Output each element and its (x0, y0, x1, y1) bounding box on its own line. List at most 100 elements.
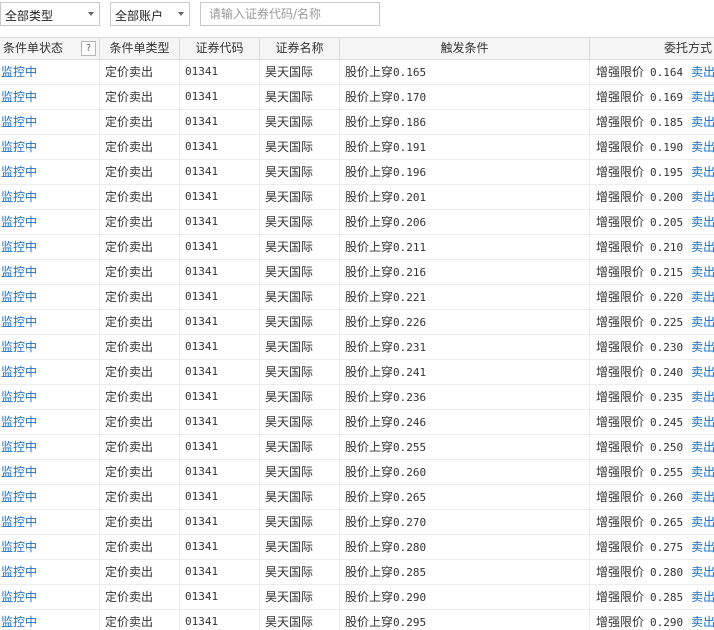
status-link[interactable]: 监控中 (0, 510, 100, 534)
status-link[interactable]: 监控中 (0, 285, 100, 309)
status-link[interactable]: 监控中 (0, 610, 100, 630)
table-row[interactable]: 监控中 定价卖出 01341 昊天国际 股价上穿0.216 增强限价 0.215 卖出 (0, 260, 714, 285)
status-link[interactable]: 监控中 (0, 210, 100, 234)
trigger-prefix: 股价上穿 (345, 340, 394, 354)
status-link[interactable]: 监控中 (0, 235, 100, 259)
order-side-link[interactable]: 卖出 (691, 490, 714, 504)
status-link[interactable]: 监控中 (0, 110, 100, 134)
table-row[interactable]: 监控中 定价卖出 01341 昊天国际 股价上穿0.196 增强限价 0.195 卖出 (0, 160, 714, 185)
order-side-link[interactable]: 卖出 (691, 215, 714, 229)
order-method-cell: 增强限价 0.260 卖出 (590, 485, 714, 509)
table-row[interactable]: 监控中 定价卖出 01341 昊天国际 股价上穿0.221 增强限价 0.220 卖出 (0, 285, 714, 310)
status-link[interactable]: 监控中 (0, 560, 100, 584)
trigger-condition-cell: 股价上穿0.201 (340, 185, 590, 209)
order-side-link[interactable]: 卖出 (691, 440, 714, 454)
order-side-link[interactable]: 卖出 (691, 365, 714, 379)
table-row[interactable]: 监控中 定价卖出 01341 昊天国际 股价上穿0.201 增强限价 0.200 卖出 (0, 185, 714, 210)
table-row[interactable]: 监控中 定价卖出 01341 昊天国际 股价上穿0.290 增强限价 0.285 卖出 (0, 585, 714, 610)
order-side-link[interactable]: 卖出 (691, 240, 714, 254)
status-link[interactable]: 监控中 (0, 85, 100, 109)
account-filter-dropdown[interactable]: 全部账户 (110, 2, 190, 26)
status-link[interactable]: 监控中 (0, 460, 100, 484)
status-link[interactable]: 监控中 (0, 335, 100, 359)
status-link[interactable]: 监控中 (0, 310, 100, 334)
status-link[interactable]: 监控中 (0, 385, 100, 409)
column-header-name[interactable]: 证券名称 (260, 38, 340, 59)
order-price: 0.210 (650, 241, 684, 254)
order-side-link[interactable]: 卖出 (691, 590, 714, 604)
table-row[interactable]: 监控中 定价卖出 01341 昊天国际 股价上穿0.211 增强限价 0.210 卖出 (0, 235, 714, 260)
status-link[interactable]: 监控中 (0, 260, 100, 284)
trigger-condition-cell: 股价上穿0.260 (340, 460, 590, 484)
column-header-code[interactable]: 证券代码 (180, 38, 260, 59)
order-side-link[interactable]: 卖出 (691, 315, 714, 329)
trigger-price: 0.295 (393, 616, 427, 629)
table-row[interactable]: 监控中 定价卖出 01341 昊天国际 股价上穿0.170 增强限价 0.169 卖出 (0, 85, 714, 110)
trigger-prefix: 股价上穿 (345, 365, 394, 379)
table-row[interactable]: 监控中 定价卖出 01341 昊天国际 股价上穿0.226 增强限价 0.225 卖出 (0, 310, 714, 335)
order-side-link[interactable]: 卖出 (691, 65, 714, 79)
order-side-link[interactable]: 卖出 (691, 90, 714, 104)
column-header-order-method[interactable]: 委托方式 (590, 38, 714, 59)
security-name-cell: 昊天国际 (260, 585, 340, 609)
table-row[interactable]: 监控中 定价卖出 01341 昊天国际 股价上穿0.270 增强限价 0.265 卖出 (0, 510, 714, 535)
order-side-link[interactable]: 卖出 (691, 465, 714, 479)
table-row[interactable]: 监控中 定价卖出 01341 昊天国际 股价上穿0.255 增强限价 0.250 卖出 (0, 435, 714, 460)
order-side-link[interactable]: 卖出 (691, 515, 714, 529)
order-price: 0.265 (650, 516, 684, 529)
status-link[interactable]: 监控中 (0, 185, 100, 209)
order-side-link[interactable]: 卖出 (691, 265, 714, 279)
table-row[interactable]: 监控中 定价卖出 01341 昊天国际 股价上穿0.191 增强限价 0.190 卖出 (0, 135, 714, 160)
trigger-condition-cell: 股价上穿0.236 (340, 385, 590, 409)
order-method-cell: 增强限价 0.235 卖出 (590, 385, 714, 409)
order-side-link[interactable]: 卖出 (691, 165, 714, 179)
status-link[interactable]: 监控中 (0, 585, 100, 609)
table-row[interactable]: 监控中 定价卖出 01341 昊天国际 股价上穿0.265 增强限价 0.260 卖出 (0, 485, 714, 510)
status-link[interactable]: 监控中 (0, 435, 100, 459)
table-row[interactable]: 监控中 定价卖出 01341 昊天国际 股价上穿0.280 增强限价 0.275 卖出 (0, 535, 714, 560)
order-method-cell: 增强限价 0.169 卖出 (590, 85, 714, 109)
status-link[interactable]: 监控中 (0, 485, 100, 509)
table-row[interactable]: 监控中 定价卖出 01341 昊天国际 股价上穿0.241 增强限价 0.240 卖出 (0, 360, 714, 385)
order-side-link[interactable]: 卖出 (691, 415, 714, 429)
security-name-cell: 昊天国际 (260, 235, 340, 259)
column-header-type[interactable]: 条件单类型 (100, 38, 180, 59)
table-row[interactable]: 监控中 定价卖出 01341 昊天国际 股价上穿0.186 增强限价 0.185 卖出 (0, 110, 714, 135)
table-row[interactable]: 监控中 定价卖出 01341 昊天国际 股价上穿0.165 增强限价 0.164 卖出 (0, 60, 714, 85)
table-row[interactable]: 监控中 定价卖出 01341 昊天国际 股价上穿0.236 增强限价 0.235 卖出 (0, 385, 714, 410)
order-side-link[interactable]: 卖出 (691, 390, 714, 404)
search-input[interactable] (200, 2, 380, 26)
order-side-link[interactable]: 卖出 (691, 540, 714, 554)
status-link[interactable]: 监控中 (0, 60, 100, 84)
order-method-cell: 增强限价 0.240 卖出 (590, 360, 714, 384)
security-name-cell: 昊天国际 (260, 260, 340, 284)
type-filter-dropdown[interactable]: 全部类型 (0, 2, 100, 26)
status-link[interactable]: 监控中 (0, 160, 100, 184)
help-icon[interactable]: ? (81, 41, 96, 56)
order-side-link[interactable]: 卖出 (691, 565, 714, 579)
order-side-link[interactable]: 卖出 (691, 115, 714, 129)
order-price: 0.290 (650, 616, 684, 629)
trigger-condition-cell: 股价上穿0.206 (340, 210, 590, 234)
order-side-link[interactable]: 卖出 (691, 290, 714, 304)
table-row[interactable]: 监控中 定价卖出 01341 昊天国际 股价上穿0.231 增强限价 0.230 卖出 (0, 335, 714, 360)
column-header-status[interactable]: 条件单状态? (0, 38, 100, 59)
table-row[interactable]: 监控中 定价卖出 01341 昊天国际 股价上穿0.285 增强限价 0.280 卖出 (0, 560, 714, 585)
table-row[interactable]: 监控中 定价卖出 01341 昊天国际 股价上穿0.260 增强限价 0.255 卖出 (0, 460, 714, 485)
order-side-link[interactable]: 卖出 (691, 190, 714, 204)
status-link[interactable]: 监控中 (0, 135, 100, 159)
status-link[interactable]: 监控中 (0, 360, 100, 384)
order-side-link[interactable]: 卖出 (691, 140, 714, 154)
status-link[interactable]: 监控中 (0, 535, 100, 559)
table-row[interactable]: 监控中 定价卖出 01341 昊天国际 股价上穿0.206 增强限价 0.205 卖出 (0, 210, 714, 235)
table-row[interactable]: 监控中 定价卖出 01341 昊天国际 股价上穿0.246 增强限价 0.245 卖出 (0, 410, 714, 435)
security-code-cell: 01341 (180, 435, 260, 459)
trigger-condition-cell: 股价上穿0.196 (340, 160, 590, 184)
table-row[interactable]: 监控中 定价卖出 01341 昊天国际 股价上穿0.295 增强限价 0.290 卖出 (0, 610, 714, 630)
order-type-cell: 定价卖出 (100, 135, 180, 159)
order-side-link[interactable]: 卖出 (691, 615, 714, 629)
order-price: 0.230 (650, 341, 684, 354)
column-header-trigger[interactable]: 触发条件 (340, 38, 590, 59)
order-side-link[interactable]: 卖出 (691, 340, 714, 354)
status-link[interactable]: 监控中 (0, 410, 100, 434)
